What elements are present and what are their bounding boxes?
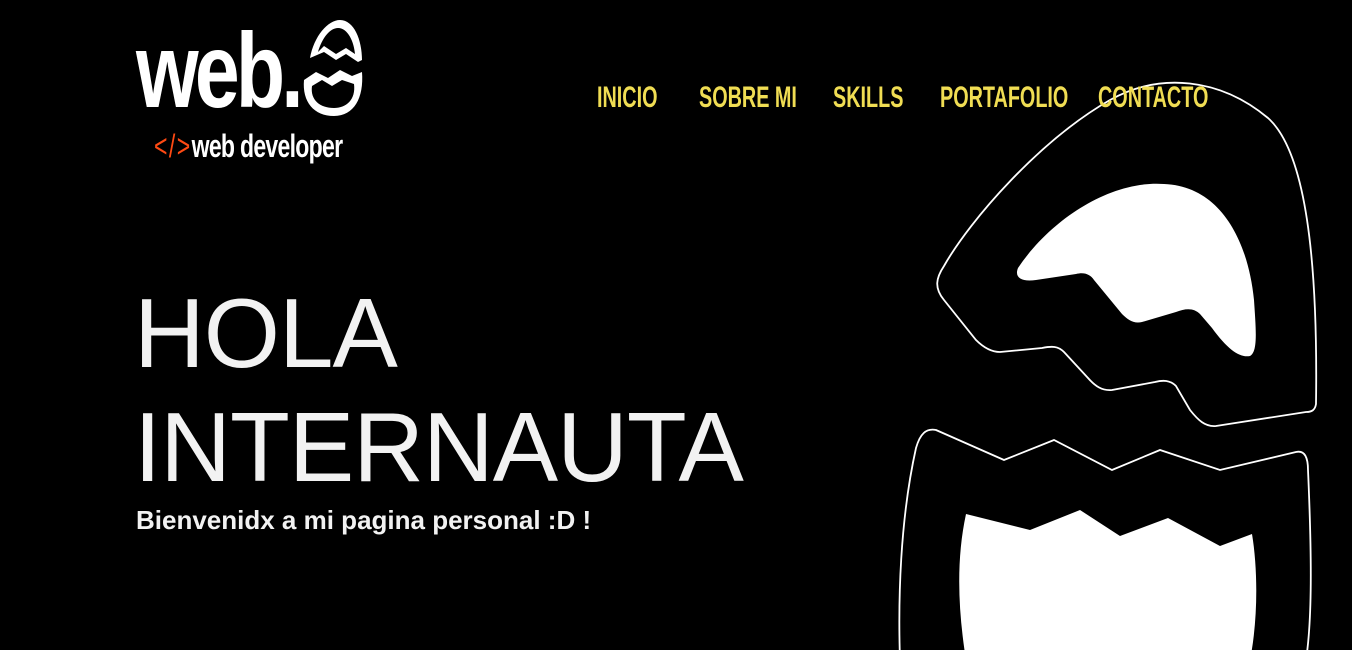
nav-link-skills[interactable]: SKILLS (833, 76, 903, 120)
nav-link-contacto[interactable]: CONTACTO (1098, 76, 1208, 120)
hero-subtitle: Bienvenidx a mi pagina personal :D ! (136, 505, 592, 535)
nav-link-sobre-mi[interactable]: SOBRE MI (699, 76, 797, 120)
nav-link-portafolio[interactable]: PORTAFOLIO (940, 76, 1068, 120)
main-nav: INICIO SOBRE MI SKILLS PORTAFOLIO CONTAC… (0, 76, 1352, 120)
hero-title: HOLA INTERNAUTA (134, 276, 744, 504)
code-symbol: </> (154, 128, 192, 164)
page: web. </>web developer INICIO SOBRE MI SK… (0, 0, 1352, 650)
logo-tagline-text: web developer (191, 128, 343, 164)
logo-tagline: </>web developer (154, 126, 343, 166)
cracked-egg-illustration (898, 81, 1318, 650)
hero-title-line-1: HOLA (134, 278, 398, 388)
nav-link-inicio[interactable]: INICIO (597, 76, 658, 120)
hero-title-line-2: INTERNAUTA (134, 392, 744, 502)
